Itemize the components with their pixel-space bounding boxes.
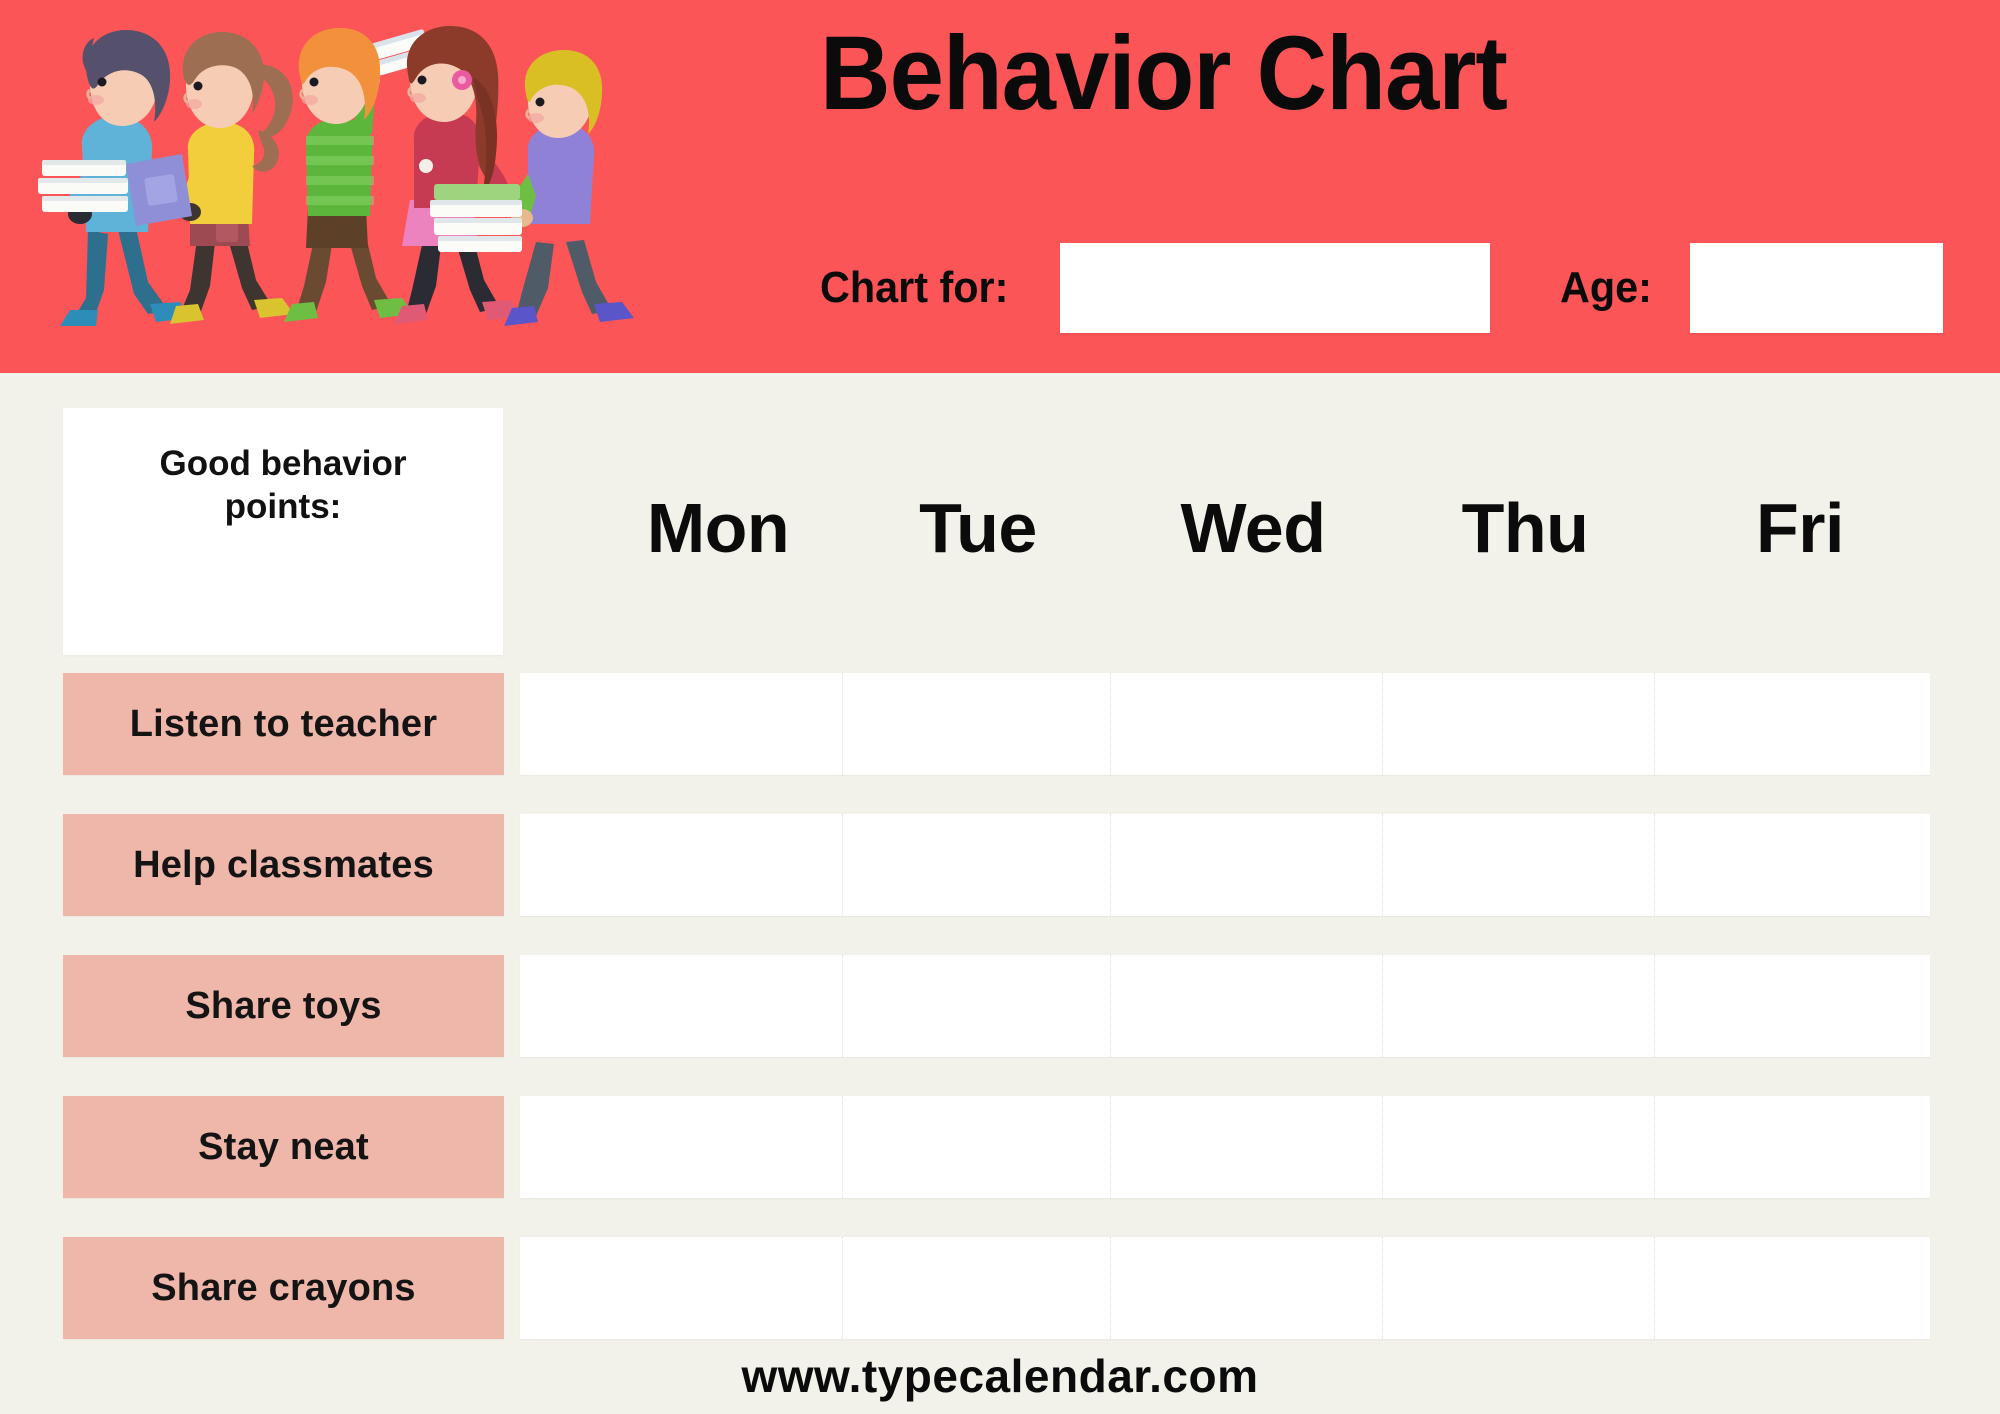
cell-tue[interactable] [842,1237,1110,1339]
page-header: Behavior Chart Chart for: Age: [0,0,2000,373]
behavior-label-cell: Share toys [63,955,504,1057]
age-label: Age: [1560,263,1652,312]
cell-thu[interactable] [1382,673,1654,775]
cell-thu[interactable] [1382,1096,1654,1198]
behavior-day-cells [520,1237,1930,1339]
behavior-day-cells [520,1096,1930,1198]
behavior-label-cell: Stay neat [63,1096,504,1198]
day-header-mon: Mon [646,489,790,567]
cell-thu[interactable] [1382,814,1654,916]
chart-for-label: Chart for: [820,263,1009,312]
behavior-label-cell: Share crayons [63,1237,504,1339]
behavior-day-cells [520,673,1930,775]
cell-fri[interactable] [1654,673,1930,775]
cell-wed[interactable] [1110,1096,1382,1198]
cell-mon[interactable] [520,1096,842,1198]
cell-mon[interactable] [520,673,842,775]
cell-wed[interactable] [1110,673,1382,775]
table-row: Share crayons [0,1237,2000,1339]
cell-tue[interactable] [842,673,1110,775]
children-carrying-books-illustration [38,26,634,326]
cell-tue[interactable] [842,1096,1110,1198]
cell-tue[interactable] [842,955,1110,1057]
table-row: Stay neat [0,1096,2000,1198]
chart-for-input[interactable] [1060,243,1490,333]
table-row: Listen to teacher [0,673,2000,775]
behavior-label-text: Stay neat [198,1126,369,1168]
cell-wed[interactable] [1110,1237,1382,1339]
chart-body: Good behavior points: Mon Tue Wed Thu Fr… [0,373,2000,1414]
page-title: Behavior Chart [820,15,1508,132]
table-row: Share toys [0,955,2000,1057]
behavior-label-text: Share toys [185,985,382,1027]
cell-fri[interactable] [1654,1237,1930,1339]
footer-website-link[interactable]: www.typecalendar.com [0,1348,2000,1404]
good-behavior-points-label-line1: Good behavior [159,444,407,483]
header-fields: Chart for: Age: [820,243,1980,333]
behavior-label-text: Help classmates [133,844,434,886]
cell-mon[interactable] [520,814,842,916]
day-header-wed: Wed [1180,489,1327,567]
day-header-row: Mon Tue Wed Thu Fri [0,483,2000,573]
behavior-label-text: Listen to teacher [129,703,438,745]
cell-fri[interactable] [1654,955,1930,1057]
behavior-label-cell: Help classmates [63,814,504,916]
cell-wed[interactable] [1110,814,1382,916]
child-4 [394,26,525,324]
cell-thu[interactable] [1382,1237,1654,1339]
cell-fri[interactable] [1654,814,1930,916]
cell-mon[interactable] [520,955,842,1057]
cell-mon[interactable] [520,1237,842,1339]
behavior-day-cells [520,955,1930,1057]
day-header-fri: Fri [1756,489,1844,567]
age-input[interactable] [1690,243,1943,333]
cell-tue[interactable] [842,814,1110,916]
behavior-day-cells [520,814,1930,916]
behavior-chart-page: Behavior Chart Chart for: Age: Good beha… [0,0,2000,1414]
day-header-tue: Tue [919,489,1037,567]
behavior-label-text: Share crayons [151,1267,416,1309]
day-header-thu: Thu [1461,489,1589,567]
behavior-label-cell: Listen to teacher [63,673,504,775]
cell-fri[interactable] [1654,1096,1930,1198]
cell-wed[interactable] [1110,955,1382,1057]
cell-thu[interactable] [1382,955,1654,1057]
table-row: Help classmates [0,814,2000,916]
